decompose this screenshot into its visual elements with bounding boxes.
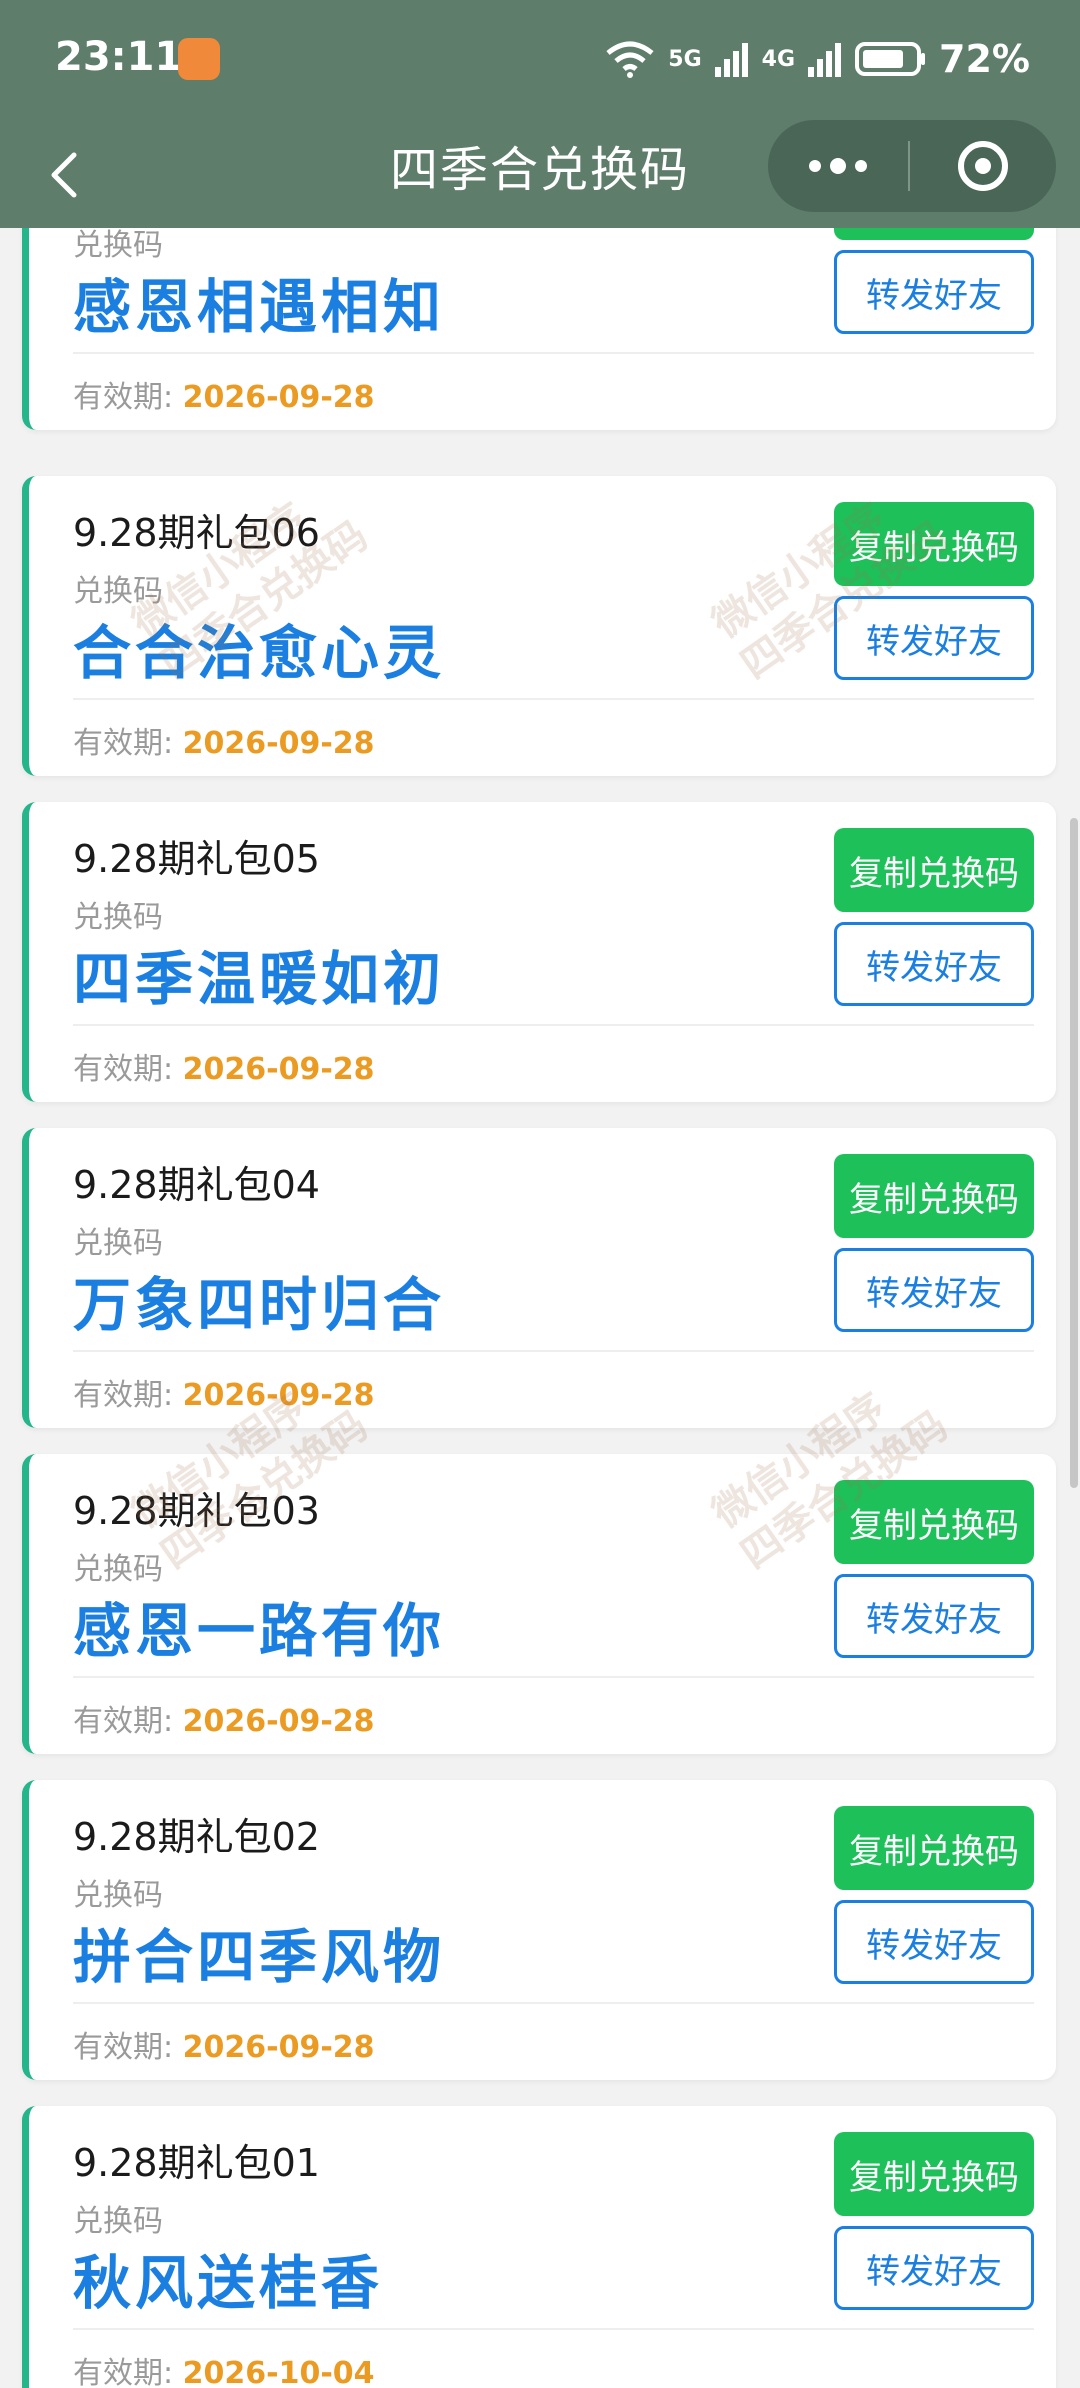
list-item: 9.28期礼包04 兑换码 万象四时归合 有效期: 2026-09-28 复制兑… — [22, 1128, 1056, 1428]
divider — [73, 1676, 1034, 1678]
divider — [73, 1024, 1034, 1026]
redeem-code: 合合治愈心灵 — [73, 619, 446, 687]
status-right: 5G 4G 72% — [604, 34, 1030, 84]
package-name: 9.28期礼包05 — [73, 837, 320, 881]
copy-code-button[interactable]: 复制兑换码 — [834, 502, 1034, 586]
copy-code-button[interactable]: 复制兑换码 — [834, 228, 1034, 240]
validity-label: 有效期: — [73, 1378, 183, 1413]
forward-friend-button[interactable]: 转发好友 — [834, 922, 1034, 1006]
validity-date: 2026-09-28 — [182, 380, 375, 415]
package-name: 9.28期礼包03 — [73, 1489, 320, 1533]
validity: 有效期: 2026-09-28 — [73, 1696, 375, 1740]
code-label: 兑换码 — [73, 574, 163, 609]
copy-code-button[interactable]: 复制兑换码 — [834, 1806, 1034, 1890]
divider — [73, 352, 1034, 354]
validity: 有效期: 2026-10-04 — [73, 2348, 375, 2388]
package-name: 9.28期礼包04 — [73, 1163, 320, 1207]
divider — [73, 698, 1034, 700]
validity-label: 有效期: — [73, 2030, 183, 2065]
list-item: 9.28期礼包06 兑换码 合合治愈心灵 有效期: 2026-09-28 复制兑… — [22, 476, 1056, 776]
signal-4g-icon — [808, 43, 842, 77]
list-item: 兑换码 感恩相遇相知 有效期: 2026-09-28 复制兑换码 转发好友 — [22, 228, 1056, 430]
validity: 有效期: 2026-09-28 — [73, 1370, 375, 1414]
battery-percent: 72% — [939, 37, 1030, 81]
validity-label: 有效期: — [73, 2356, 183, 2388]
redeem-code: 感恩相遇相知 — [73, 273, 446, 341]
redeem-code: 四季温暖如初 — [73, 945, 446, 1013]
redeem-code: 秋风送桂香 — [73, 2249, 384, 2317]
copy-code-button[interactable]: 复制兑换码 — [834, 1480, 1034, 1564]
package-name: 9.28期礼包06 — [73, 511, 320, 555]
network-5g-label: 5G — [668, 46, 702, 72]
validity-date: 2026-10-04 — [182, 2356, 375, 2388]
status-bar: 23:11 5G 4G 72% — [0, 0, 1080, 120]
code-label: 兑换码 — [73, 1552, 163, 1587]
close-miniprogram-icon[interactable] — [910, 120, 1056, 212]
redeem-code: 万象四时归合 — [73, 1271, 446, 1339]
status-time: 23:11 — [55, 34, 183, 80]
app-notification-icon — [178, 38, 220, 80]
validity-date: 2026-09-28 — [182, 1704, 375, 1739]
copy-code-button[interactable]: 复制兑换码 — [834, 828, 1034, 912]
network-4g-label: 4G — [761, 46, 796, 72]
validity-label: 有效期: — [73, 1052, 183, 1087]
divider — [73, 2328, 1034, 2330]
forward-friend-button[interactable]: 转发好友 — [834, 1574, 1034, 1658]
validity-date: 2026-09-28 — [182, 726, 375, 761]
code-label: 兑换码 — [73, 1878, 163, 1913]
navigation-bar: 四季合兑换码 — [0, 120, 1080, 228]
top-bar: 23:11 5G 4G 72% 四季合兑换码 — [0, 0, 1080, 228]
redeem-code: 感恩一路有你 — [73, 1597, 446, 1665]
redeem-code: 拼合四季风物 — [73, 1923, 446, 1991]
miniprogram-capsule — [768, 120, 1056, 212]
scrollbar[interactable] — [1070, 818, 1078, 1488]
copy-code-button[interactable]: 复制兑换码 — [834, 1154, 1034, 1238]
signal-5g-icon — [714, 43, 748, 77]
validity: 有效期: 2026-09-28 — [73, 718, 375, 762]
validity-label: 有效期: — [73, 1704, 183, 1739]
code-label: 兑换码 — [73, 900, 163, 935]
validity-date: 2026-09-28 — [182, 1052, 375, 1087]
more-options-icon[interactable] — [768, 120, 908, 212]
code-label: 兑换码 — [73, 228, 163, 263]
wifi-icon — [606, 41, 654, 78]
divider — [73, 1350, 1034, 1352]
validity-date: 2026-09-28 — [182, 2030, 375, 2065]
validity: 有效期: 2026-09-28 — [73, 1044, 375, 1088]
list-item: 9.28期礼包02 兑换码 拼合四季风物 有效期: 2026-09-28 复制兑… — [22, 1780, 1056, 2080]
list-item: 9.28期礼包03 兑换码 感恩一路有你 有效期: 2026-09-28 复制兑… — [22, 1454, 1056, 1754]
code-label: 兑换码 — [73, 2204, 163, 2239]
forward-friend-button[interactable]: 转发好友 — [834, 1900, 1034, 1984]
validity: 有效期: 2026-09-28 — [73, 372, 375, 416]
forward-friend-button[interactable]: 转发好友 — [834, 596, 1034, 680]
forward-friend-button[interactable]: 转发好友 — [834, 2226, 1034, 2310]
copy-code-button[interactable]: 复制兑换码 — [834, 2132, 1034, 2216]
list-item: 9.28期礼包01 兑换码 秋风送桂香 有效期: 2026-10-04 复制兑换… — [22, 2106, 1056, 2388]
forward-friend-button[interactable]: 转发好友 — [834, 250, 1034, 334]
package-name: 9.28期礼包01 — [73, 2141, 320, 2185]
code-list: 兑换码 感恩相遇相知 有效期: 2026-09-28 复制兑换码 转发好友 9.… — [0, 228, 1080, 2388]
battery-icon — [855, 42, 926, 76]
forward-friend-button[interactable]: 转发好友 — [834, 1248, 1034, 1332]
code-label: 兑换码 — [73, 1226, 163, 1261]
divider — [73, 2002, 1034, 2004]
validity-label: 有效期: — [73, 726, 183, 761]
package-name: 9.28期礼包02 — [73, 1815, 320, 1859]
list-item: 9.28期礼包05 兑换码 四季温暖如初 有效期: 2026-09-28 复制兑… — [22, 802, 1056, 1102]
validity-label: 有效期: — [73, 380, 183, 415]
validity-date: 2026-09-28 — [182, 1378, 375, 1413]
validity: 有效期: 2026-09-28 — [73, 2022, 375, 2066]
